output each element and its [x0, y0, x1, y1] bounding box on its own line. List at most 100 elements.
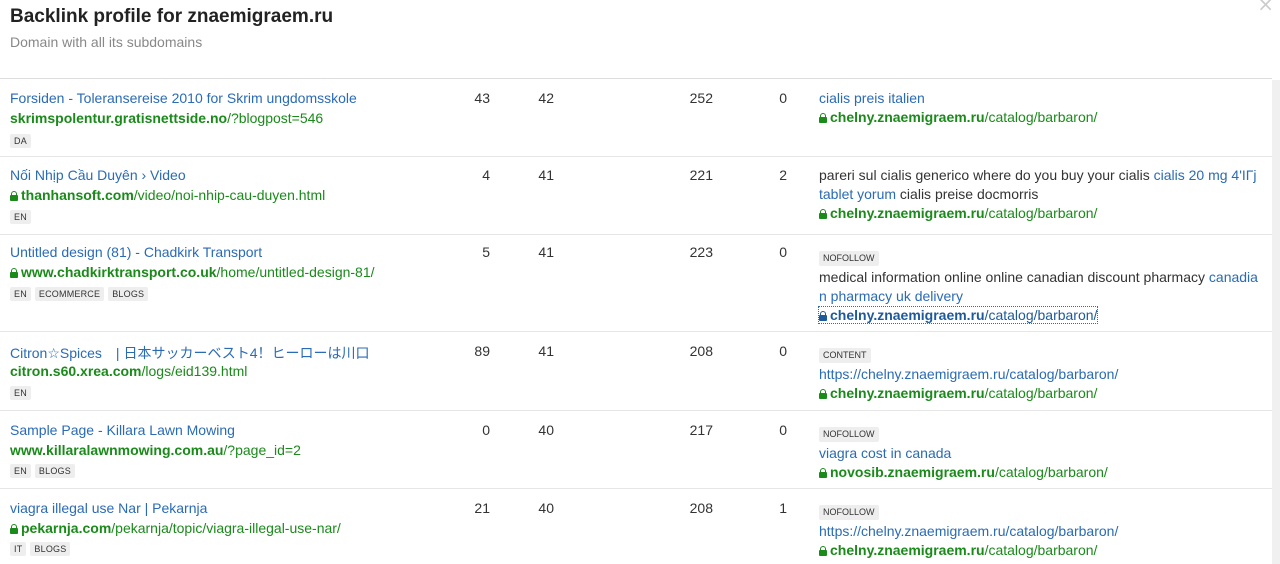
referring-page-title[interactable]: Citron☆Spices | 日本サッカーベスト4！ヒーローは川口 [10, 343, 370, 363]
tag: EN [10, 464, 31, 478]
referring-page-url[interactable]: thanhansoft.com/video/noi-nhip-cau-duyen… [10, 187, 325, 203]
external-links: 223 [689, 244, 713, 260]
target-url[interactable]: chelny.znaemigraem.ru/catalog/barbaron/ [819, 384, 1259, 403]
table-row: Sample Page - Killara Lawn Mowing www.ki… [0, 411, 1272, 489]
tag: IT [10, 542, 27, 556]
tag-list: EN [10, 210, 31, 224]
domain-rating: 21 [474, 500, 490, 516]
referring-path: /video/noi-nhip-cau-duyen.html [133, 187, 326, 203]
scrollbar[interactable] [1272, 80, 1280, 564]
link-type-badge: CONTENT [819, 348, 871, 363]
domain-rating: 43 [474, 90, 490, 106]
anchor-text-link[interactable]: https://chelny.znaemigraem.ru/catalog/ba… [819, 366, 1118, 382]
link-type-badge: NOFOLLOW [819, 427, 879, 442]
anchor-text-link[interactable]: https://chelny.znaemigraem.ru/catalog/ba… [819, 523, 1118, 539]
modal-header: Backlink profile for znaemigraem.ru Doma… [0, 0, 1280, 78]
tag: BLOGS [30, 542, 71, 556]
table-row: Forsiden - Toleransereise 2010 for Skrim… [0, 79, 1272, 157]
target-path: /catalog/barbaron/ [984, 109, 1098, 125]
referring-page-url[interactable]: www.chadkirktransport.co.uk/home/untitle… [10, 264, 375, 280]
tag: EN [10, 287, 31, 301]
referring-domain: skrimspolentur.gratisnettside.no [10, 110, 228, 126]
page-title: Backlink profile for znaemigraem.ru [10, 6, 334, 27]
url-rating: 41 [538, 244, 554, 260]
link-type-badge: NOFOLLOW [819, 251, 879, 266]
domain-rating: 89 [474, 343, 490, 359]
page-subtitle: Domain with all its subdomains [10, 34, 203, 50]
lock-icon [819, 468, 827, 478]
tag-list: EN ECOMMERCE BLOGS [10, 287, 149, 301]
external-links: 221 [689, 167, 713, 183]
url-rating: 40 [538, 500, 554, 516]
backlinks-table: Forsiden - Toleransereise 2010 for Skrim… [0, 79, 1272, 564]
traffic: 1 [779, 500, 787, 516]
referring-domain: citron.s60.xrea.com [10, 363, 142, 379]
target-domain: chelny.znaemigraem.ru [830, 542, 985, 558]
table-row: Citron☆Spices | 日本サッカーベスト4！ヒーローは川口 citro… [0, 332, 1272, 411]
referring-domain: pekarnja.com [21, 520, 112, 536]
url-rating: 41 [538, 343, 554, 359]
traffic: 0 [779, 343, 787, 359]
anchor-and-target: NOFOLLOW medical information online onli… [817, 247, 1259, 325]
tag: DA [10, 134, 31, 148]
referring-domain: thanhansoft.com [21, 187, 134, 203]
anchor-and-target: CONTENT https://chelny.znaemigraem.ru/ca… [819, 344, 1259, 403]
lock-icon [10, 524, 18, 534]
target-domain: chelny.znaemigraem.ru [830, 385, 985, 401]
lock-icon [10, 191, 18, 201]
link-type-badge: NOFOLLOW [819, 505, 879, 520]
traffic: 2 [779, 167, 787, 183]
url-rating: 42 [538, 90, 554, 106]
anchor-and-target: NOFOLLOW https://chelny.znaemigraem.ru/c… [819, 501, 1259, 560]
table-row: Nối Nhịp Cầu Duyên › Video thanhansoft.c… [0, 157, 1272, 235]
referring-page-title[interactable]: Forsiden - Toleransereise 2010 for Skrim… [10, 90, 357, 106]
tag-list: EN BLOGS [10, 464, 75, 478]
anchor-text-link[interactable]: cialis preis italien [819, 90, 925, 106]
lock-icon [819, 389, 827, 399]
target-url[interactable]: chelny.znaemigraem.ru/catalog/barbaron/ [817, 306, 1259, 325]
referring-page-url[interactable]: skrimspolentur.gratisnettside.no/?blogpo… [10, 110, 323, 126]
target-path: /catalog/barbaron/ [984, 385, 1098, 401]
external-links: 208 [689, 343, 713, 359]
external-links: 252 [689, 90, 713, 106]
target-path: /catalog/barbaron/ [984, 205, 1098, 221]
referring-page-url[interactable]: www.killaralawnmowing.com.au/?page_id=2 [10, 442, 301, 458]
target-path: /catalog/barbaron/ [994, 464, 1108, 480]
target-url[interactable]: chelny.znaemigraem.ru/catalog/barbaron/ [819, 541, 1259, 560]
tag: ECOMMERCE [34, 287, 105, 301]
close-icon[interactable]: × [1257, 0, 1274, 16]
target-url[interactable]: chelny.znaemigraem.ru/catalog/barbaron/ [819, 204, 1259, 223]
tag-list: DA [10, 134, 31, 148]
traffic: 0 [779, 90, 787, 106]
referring-path: /?blogpost=546 [227, 110, 324, 126]
referring-domain: www.killaralawnmowing.com.au [10, 442, 224, 458]
target-domain: novosib.znaemigraem.ru [830, 464, 995, 480]
external-links: 217 [689, 422, 713, 438]
lock-icon [819, 311, 827, 321]
referring-path: /logs/eid139.html [141, 363, 248, 379]
url-rating: 40 [538, 422, 554, 438]
anchor-and-target: pareri sul cialis generico where do you … [819, 166, 1259, 223]
target-domain: chelny.znaemigraem.ru [830, 205, 985, 221]
referring-page-title[interactable]: viagra illegal use Nar | Pekarnja [10, 500, 207, 516]
lock-icon [819, 209, 827, 219]
url-rating: 41 [538, 167, 554, 183]
tag: BLOGS [108, 287, 149, 301]
tag-list: IT BLOGS [10, 542, 71, 556]
target-domain: chelny.znaemigraem.ru [830, 307, 985, 323]
lock-icon [10, 268, 18, 278]
domain-rating: 0 [482, 422, 490, 438]
referring-page-url[interactable]: citron.s60.xrea.com/logs/eid139.html [10, 363, 247, 379]
referring-page-url[interactable]: pekarnja.com/pekarnja/topic/viagra-illeg… [10, 520, 341, 536]
referring-page-title[interactable]: Sample Page - Killara Lawn Mowing [10, 422, 235, 438]
anchor-text: medical information online online canadi… [819, 269, 1209, 285]
target-url[interactable]: chelny.znaemigraem.ru/catalog/barbaron/ [819, 108, 1259, 127]
traffic: 0 [779, 244, 787, 260]
anchor-text-link[interactable]: viagra cost in canada [819, 445, 951, 461]
target-url[interactable]: novosib.znaemigraem.ru/catalog/barbaron/ [819, 463, 1259, 482]
anchor-and-target: cialis preis italien chelny.znaemigraem.… [819, 89, 1259, 127]
tag: BLOGS [34, 464, 75, 478]
referring-page-title[interactable]: Untitled design (81) - Chadkirk Transpor… [10, 244, 262, 260]
referring-page-title[interactable]: Nối Nhịp Cầu Duyên › Video [10, 167, 186, 183]
domain-rating: 4 [482, 167, 490, 183]
